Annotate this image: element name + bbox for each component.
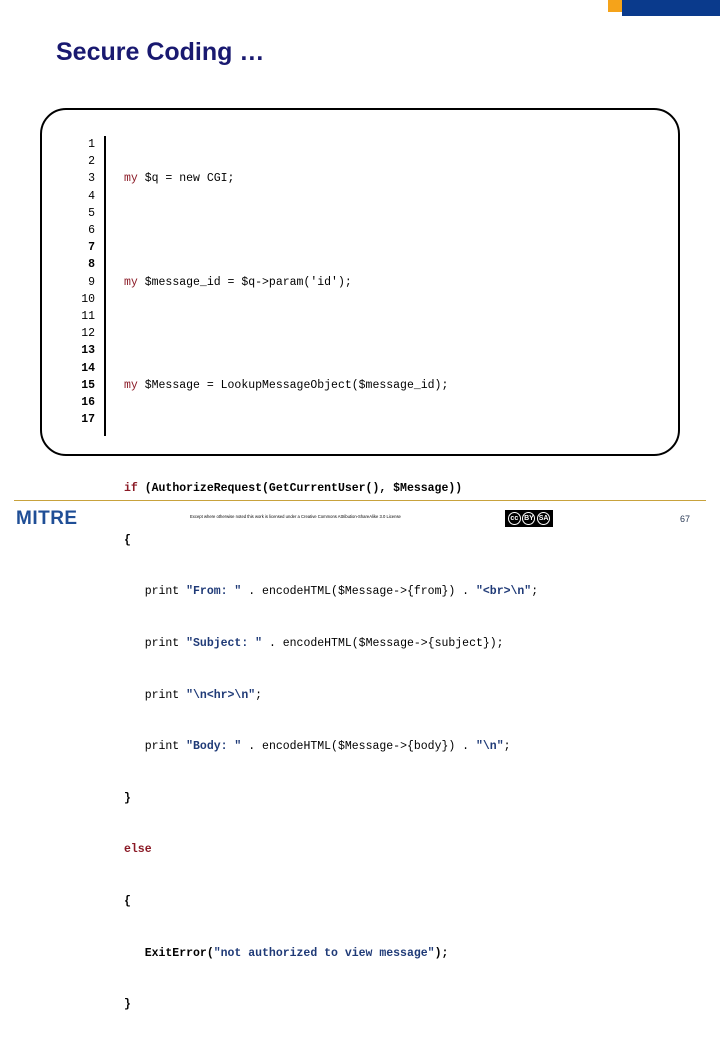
string-literal: "<br>\n" (475, 585, 532, 599)
string-literal: "\n" (475, 740, 504, 754)
cc-icon: cc (507, 512, 521, 525)
code-text: print (124, 585, 187, 599)
line-number: 11 (81, 310, 95, 324)
creative-commons-badge[interactable]: cc BY SA (505, 510, 553, 527)
code-line: if (AuthorizeRequest(GetCurrentUser(), $… (124, 480, 678, 497)
string-literal: "Subject: " (186, 636, 263, 650)
line-number: 14 (81, 361, 95, 375)
code-text: print (124, 636, 187, 650)
keyword-if: if (124, 482, 138, 496)
string-literal: "\n<hr>\n" (186, 688, 256, 702)
code-line: my $Message = LookupMessageObject($messa… (124, 377, 678, 394)
page-number: 67 (680, 514, 691, 524)
line-number: 17 (81, 413, 95, 427)
keyword-else: else (124, 843, 152, 857)
code-line-number-gutter: 1 2 3 4 5 6 7 8 9 10 11 12 13 14 15 16 1… (42, 136, 104, 454)
footer-divider-rule (14, 500, 706, 501)
code-text: $Message = LookupMessageObject($message_… (137, 378, 449, 392)
line-number: 7 (88, 241, 95, 255)
mitre-logo: MITRE (16, 508, 78, 529)
code-text: ExitError( (124, 946, 214, 960)
code-text: (AuthorizeRequest(GetCurrentUser(), $Mes… (137, 482, 463, 496)
line-number: 10 (81, 292, 95, 306)
line-number: 6 (88, 224, 95, 238)
line-number: 8 (88, 258, 95, 272)
line-number: 12 (81, 327, 95, 341)
code-line: print "Body: " . encodeHTML($Message->{b… (124, 738, 678, 755)
cc-sa-icon: SA (537, 512, 551, 525)
code-text: . encodeHTML($Message->{subject}); (262, 636, 504, 650)
string-literal: "From: " (186, 585, 242, 599)
decoration-blue-bar (622, 0, 720, 16)
decoration-orange-square (608, 0, 622, 12)
code-text: ; (531, 585, 539, 599)
code-line: print "\n<hr>\n"; (124, 687, 678, 704)
line-number: 2 (88, 155, 95, 169)
code-block-container: 1 2 3 4 5 6 7 8 9 10 11 12 13 14 15 16 1… (40, 108, 680, 1011)
cc-by-icon: BY (522, 512, 536, 525)
code-line: } (124, 790, 678, 807)
code-line: } (124, 996, 678, 1013)
code-text: ); (434, 946, 449, 960)
keyword-my: my (124, 378, 138, 392)
keyword-my: my (124, 172, 138, 186)
code-text: . encodeHTML($Message->{body}) . (241, 740, 476, 754)
code-text: { (124, 533, 131, 547)
code-text: } (124, 998, 131, 1012)
code-text: ; (255, 688, 263, 702)
line-number: 15 (81, 378, 95, 392)
code-line: { (124, 532, 678, 549)
page-title: Secure Coding … (56, 38, 265, 66)
string-literal: "Body: " (186, 740, 242, 754)
code-text: print (124, 688, 187, 702)
code-block-inner: 1 2 3 4 5 6 7 8 9 10 11 12 13 14 15 16 1… (42, 110, 678, 1011)
code-line: else (124, 841, 678, 858)
code-text: $message_id = $q->param('id'); (137, 275, 352, 289)
code-text: } (124, 791, 131, 805)
line-number: 3 (88, 172, 95, 186)
line-number: 5 (88, 206, 95, 220)
code-text: $q = new CGI; (137, 172, 235, 186)
code-line: ExitError("not authorized to view messag… (124, 945, 678, 962)
line-number: 1 (88, 138, 95, 151)
keyword-my: my (124, 275, 138, 289)
code-line: my $message_id = $q->param('id'); (124, 274, 678, 291)
license-text: Except where otherwise noted this work i… (190, 514, 401, 519)
string-literal: "not authorized to view message" (213, 946, 435, 960)
code-text: print (124, 740, 187, 754)
code-source-lines: my $q = new CGI; my $message_id = $q->pa… (106, 136, 678, 1011)
code-text: . encodeHTML($Message->{from}) . (241, 585, 476, 599)
code-line: my $q = new CGI; (124, 170, 678, 187)
line-number: 4 (88, 189, 95, 203)
code-line: { (124, 893, 678, 910)
line-number: 13 (81, 344, 95, 358)
code-text: ; (503, 740, 511, 754)
code-text: { (124, 894, 131, 908)
code-line: print "Subject: " . encodeHTML($Message-… (124, 635, 678, 652)
line-number: 9 (88, 275, 95, 289)
line-number: 16 (81, 396, 95, 410)
code-line: print "From: " . encodeHTML($Message->{f… (124, 583, 678, 600)
